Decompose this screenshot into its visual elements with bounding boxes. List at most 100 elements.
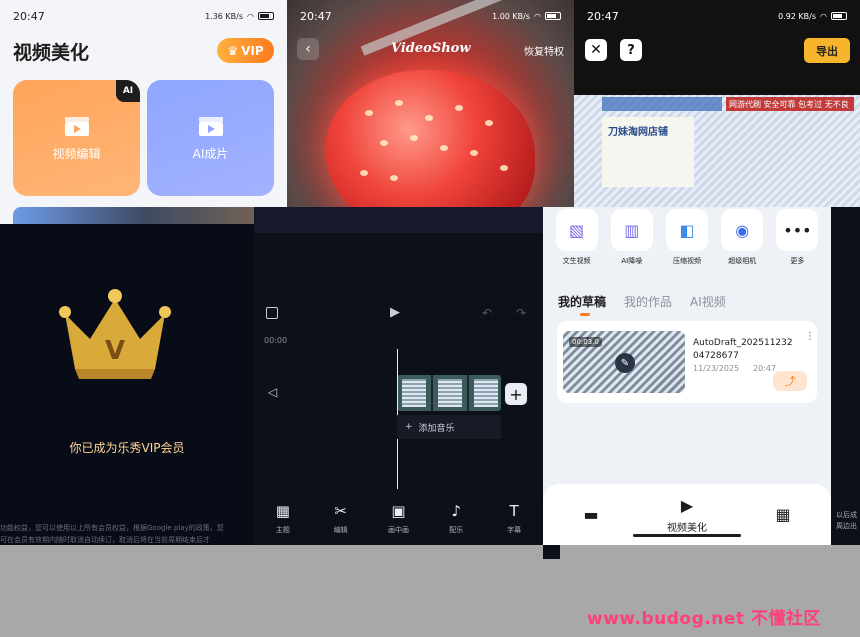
- draft-date: 11/23/2025: [693, 364, 740, 373]
- crown-icon: ♛: [227, 43, 239, 58]
- status-bar: 20:47 1.36 KB/s ◠: [0, 0, 287, 32]
- add-clip-button[interactable]: +: [505, 383, 527, 405]
- svg-text:V: V: [105, 336, 125, 366]
- quick-compress-video[interactable]: ◧ 压缩视频: [659, 209, 714, 266]
- nav-item-apps[interactable]: ▦: [735, 505, 831, 524]
- brand-logo: VideoShow: [391, 41, 471, 56]
- plus-icon: +: [405, 422, 413, 432]
- clapperboard-icon: [64, 116, 89, 136]
- quick-super-camera[interactable]: ◉ 超级相机: [715, 209, 770, 266]
- quick-label: AI降噪: [621, 257, 643, 265]
- status-bar: 20:47 1.00 KB/s ◠: [287, 0, 574, 32]
- back-button[interactable]: ‹: [297, 38, 319, 60]
- text-to-video-icon: ▧: [555, 209, 598, 251]
- playback-controls: ▶ ↶ ↷: [254, 305, 543, 325]
- add-music-track[interactable]: + 添加音乐: [397, 415, 501, 439]
- vip-member-panel: V 你已成为乐秀VIP会员 功能权益，您可以使用以上所有会员权益，根据Googl…: [0, 224, 254, 545]
- redo-icon[interactable]: ↷: [516, 306, 526, 320]
- wifi-icon: ◠: [534, 11, 541, 21]
- play-icon[interactable]: ▶: [390, 305, 400, 320]
- scissors-icon: ✂: [334, 502, 347, 520]
- more-vertical-icon[interactable]: ⋮: [805, 331, 815, 342]
- restore-privileges-link[interactable]: 恢复特权: [524, 43, 564, 58]
- preview-doc-title: 刀妹淘网店铺: [608, 127, 668, 138]
- text-icon: T: [509, 502, 519, 520]
- ai-video-card[interactable]: AI成片: [147, 80, 274, 196]
- status-time: 20:47: [13, 9, 45, 23]
- ai-video-label: AI成片: [192, 146, 229, 161]
- wifi-icon: ◠: [820, 11, 827, 21]
- compress-icon: ◧: [666, 209, 708, 251]
- picture-in-picture-icon: ▣: [391, 502, 406, 520]
- wifi-icon: ◠: [247, 11, 254, 21]
- status-time: 20:47: [300, 9, 332, 23]
- grid-icon: ▦: [775, 505, 791, 524]
- network-speed: 1.00 KB/s: [492, 11, 531, 21]
- fine-print-line: 可在会员有效期内随时取消自动续订，取消后将在当前周期结束后才: [0, 536, 210, 544]
- tool-music[interactable]: ♪ 配乐: [427, 502, 485, 535]
- share-button[interactable]: ⤴: [773, 371, 807, 391]
- help-button[interactable]: ?: [620, 39, 642, 61]
- tool-label: 主题: [275, 526, 290, 534]
- network-speed: 1.36 KB/s: [205, 11, 244, 21]
- draft-duration: 00:03.0: [569, 337, 602, 347]
- clapperboard-icon: [198, 116, 223, 136]
- tool-label: 配乐: [449, 526, 464, 534]
- vip-label: VIP: [241, 43, 264, 58]
- quick-label: 更多: [790, 257, 805, 265]
- quick-ai-denoise[interactable]: ▥ AI降噪: [604, 209, 659, 266]
- add-music-label: 添加音乐: [418, 423, 455, 434]
- speaker-icon[interactable]: ◁: [268, 385, 277, 399]
- time-code: 00:00: [264, 336, 288, 345]
- vip-button[interactable]: ♛ VIP: [217, 38, 274, 63]
- battery-icon: [545, 12, 561, 20]
- strawberry-image: [325, 70, 535, 207]
- status-icons: 1.36 KB/s ◠: [205, 12, 274, 21]
- vip-splash-panel: 20:47 1.00 KB/s ◠ ‹ VideoShow 恢复特权: [287, 0, 574, 207]
- tool-theme[interactable]: ▦ 主题: [254, 502, 312, 535]
- undo-icon[interactable]: ↶: [482, 306, 492, 320]
- preview-header-blue: [602, 97, 722, 111]
- tool-edit[interactable]: ✂ 编辑: [312, 502, 370, 535]
- home-indicator: [633, 534, 741, 537]
- store-icon: ▬: [583, 505, 599, 524]
- waveform-icon: ▥: [610, 209, 653, 251]
- video-edit-card[interactable]: 视频编辑 AI: [13, 80, 140, 196]
- home-screen-panel: 20:47 1.36 KB/s ◠ 视频美化 ♛ VIP 视频编辑 AI AI成…: [0, 0, 287, 224]
- quick-more[interactable]: ••• 更多: [770, 209, 825, 266]
- quick-label: 压缩视频: [673, 257, 701, 265]
- edge-text-line: 以后成: [836, 511, 857, 519]
- draft-time: 20:47: [753, 364, 777, 373]
- status-bar: 20:47 0.92 KB/s ◠: [574, 0, 860, 32]
- draft-item[interactable]: 00:03.0 ✎ AutoDraft_20251123204728677 11…: [557, 321, 817, 403]
- nav-item-video-beautify[interactable]: ▶ 视频美化: [639, 496, 735, 534]
- top-bar: [254, 207, 543, 233]
- video-preview[interactable]: 网游代刷 安全可靠 包考过 无不良 刀妹淘网店铺: [574, 95, 860, 207]
- edit-pencil-icon: ✎: [615, 353, 635, 373]
- chevron-left-icon: ‹: [305, 41, 311, 57]
- network-speed: 0.92 KB/s: [778, 11, 817, 21]
- camera-icon: ◉: [721, 209, 764, 251]
- tab-ai-video[interactable]: AI视频: [690, 293, 726, 310]
- draft-name: AutoDraft_20251123204728677: [693, 338, 793, 361]
- quick-label: 超级相机: [728, 257, 757, 265]
- tool-subtitle[interactable]: T 字幕: [485, 502, 543, 535]
- editor-export-panel: 20:47 0.92 KB/s ◠ ✕ ? 导出 网游代刷 安全可靠 包考过 无…: [574, 0, 860, 207]
- tab-my-works[interactable]: 我的作品: [624, 293, 672, 310]
- music-note-icon: ♪: [451, 502, 462, 520]
- tool-label: 画中画: [387, 526, 409, 534]
- tab-my-drafts[interactable]: 我的草稿: [558, 293, 606, 316]
- tool-pip[interactable]: ▣ 画中画: [370, 502, 428, 535]
- clip-track[interactable]: [397, 375, 501, 411]
- draft-thumbnail[interactable]: 00:03.0 ✎: [563, 331, 685, 393]
- screenshot-collage: 20:47 1.36 KB/s ◠ 视频美化 ♛ VIP 视频编辑 AI AI成…: [0, 0, 860, 637]
- export-button[interactable]: 导出: [804, 38, 850, 63]
- site-watermark: www.budog.net 不懂社区: [587, 609, 821, 629]
- battery-icon: [258, 12, 274, 20]
- nav-item-store[interactable]: ▬: [543, 505, 639, 524]
- edge-text-line: 周边出: [836, 522, 857, 530]
- crop-icon[interactable]: [266, 307, 278, 319]
- close-button[interactable]: ✕: [585, 39, 607, 61]
- quick-text-to-video[interactable]: ▧ 文生视频: [549, 209, 604, 266]
- promo-banner[interactable]: [13, 207, 275, 224]
